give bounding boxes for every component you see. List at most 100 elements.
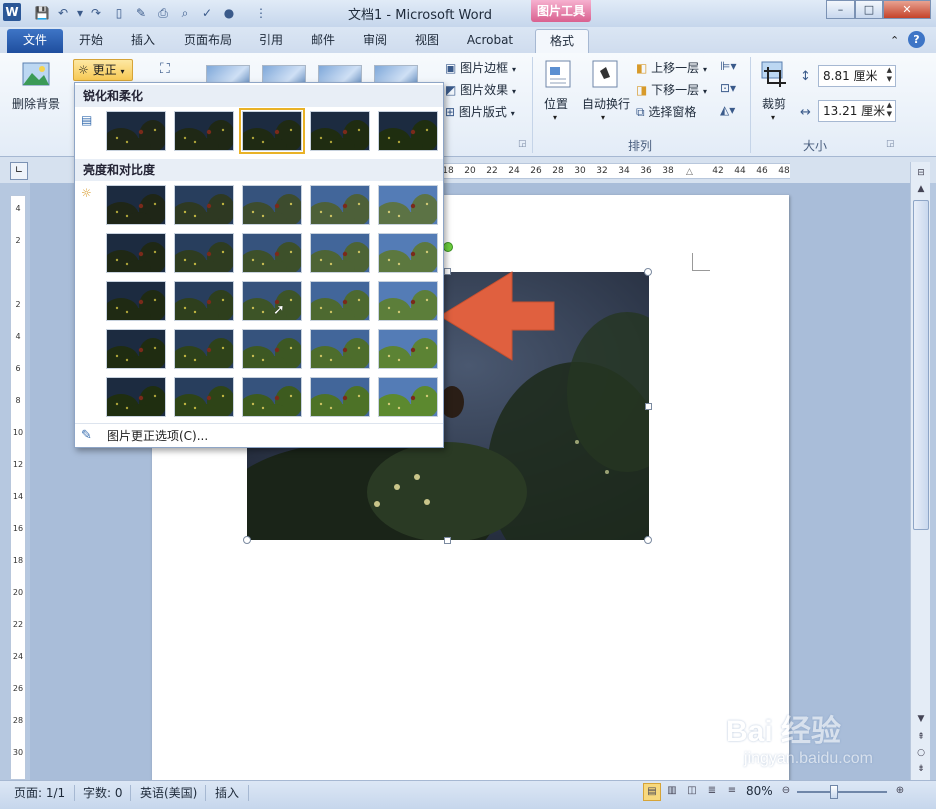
remove-background-icon[interactable] [20,59,52,91]
tab-acrobat[interactable]: Acrobat [458,29,522,53]
brightness-contrast-preset-thumb[interactable] [239,377,303,422]
wrap-text-dropdown-icon[interactable]: ▾ [601,113,605,122]
wrap-text-icon[interactable] [591,59,619,89]
print-icon[interactable]: ⎙ [155,5,171,21]
tab-home[interactable]: 开始 [70,29,112,53]
zoom-out-icon[interactable]: ⊖ [777,783,795,801]
brightness-contrast-preset-thumb[interactable] [375,185,439,230]
save-icon[interactable]: 💾 [34,5,50,21]
height-field[interactable]: 8.81 厘米 ▲ ▼ [818,65,896,87]
rotate-icon[interactable]: ◭▾ [720,103,735,117]
undo-icon[interactable]: ↶ [55,5,71,21]
horizontal-ruler[interactable]: 18 20 22 24 26 28 30 32 34 36 38 △ 42 44… [440,163,790,179]
sharpen-preset-thumb[interactable] [239,108,305,156]
resize-handle[interactable] [243,536,251,544]
zoom-slider-thumb[interactable] [830,785,838,799]
tab-selector-icon[interactable]: ∟ [10,162,28,180]
tab-references[interactable]: 引用 [250,29,292,53]
sharpen-preset-thumb[interactable] [103,111,167,156]
scroll-down-icon[interactable]: ▼ [913,712,929,726]
minimize-button[interactable]: – [826,0,855,19]
next-page-icon[interactable]: ⇟ [913,762,929,776]
tab-mailings[interactable]: 邮件 [302,29,344,53]
width-field[interactable]: 13.21 厘米 ▲ ▼ [818,100,896,122]
brightness-contrast-preset-thumb[interactable] [103,377,167,422]
undo-dropdown-icon[interactable]: ▾ [72,5,88,21]
group-icon[interactable]: ⊡▾ [720,81,736,95]
print-preview-icon[interactable]: ⌕ [177,5,193,21]
picture-layout-button[interactable]: ⊞ 图片版式 ▾ [445,103,515,120]
tab-format[interactable]: 格式 [535,29,589,53]
word-app-icon[interactable]: W [3,3,21,21]
brightness-contrast-preset-thumb[interactable] [103,233,167,278]
full-screen-reading-icon[interactable]: ▥ [663,783,681,801]
resize-handle[interactable] [645,403,652,410]
rotate-handle[interactable] [443,242,453,252]
crop-button[interactable]: 裁剪 [762,95,786,112]
brightness-contrast-preset-thumb[interactable] [103,329,167,374]
new-document-icon[interactable]: ▯ [111,5,127,21]
send-backward-button[interactable]: ◨ 下移一层 ▾ [636,81,707,98]
close-button[interactable]: ✕ [883,0,931,19]
sharpen-preset-thumb[interactable] [171,111,235,156]
wrap-text-button[interactable]: 自动换行 [582,95,630,112]
size-dialog-launcher-icon[interactable]: ◲ [886,139,895,149]
brightness-contrast-preset-thumb[interactable] [375,377,439,422]
width-spin-arrows[interactable]: ▲ ▼ [887,101,892,119]
picture-effects-button[interactable]: ◩ 图片效果 ▾ [445,81,516,98]
picture-border-button[interactable]: ▣ 图片边框 ▾ [445,59,516,76]
ruler-toggle-icon[interactable]: ⊟ [913,166,929,180]
outline-view-icon[interactable]: ≣ [703,783,721,801]
vertical-ruler[interactable]: 4 2 2 4 6 8 10 12 14 16 18 20 22 24 26 2… [10,195,26,780]
zoom-level[interactable]: 80% [746,784,773,798]
position-dropdown-icon[interactable]: ▾ [553,113,557,122]
browse-object-icon[interactable]: ○ [913,746,929,760]
resize-handle[interactable] [444,268,451,275]
brightness-contrast-preset-thumb[interactable] [375,329,439,374]
position-button[interactable]: 位置 [544,95,568,112]
resize-handle[interactable] [444,537,451,544]
brightness-contrast-preset-thumb[interactable] [171,329,235,374]
scrollbar-thumb[interactable] [913,200,929,530]
compress-pictures-icon[interactable]: ⛶ [160,61,170,77]
brightness-contrast-preset-thumb[interactable] [103,281,167,326]
web-layout-icon[interactable]: ◫ [683,783,701,801]
word-count[interactable]: 字数: 0 [83,784,123,801]
circle-icon[interactable]: ● [221,5,237,21]
crop-dropdown-icon[interactable]: ▾ [771,113,775,122]
page-count[interactable]: 页面: 1/1 [14,784,65,801]
brightness-contrast-preset-thumb[interactable] [171,233,235,278]
vertical-scrollbar[interactable]: ⊟ ▲ ▼ ⇞ ○ ⇟ [910,162,930,780]
brightness-contrast-preset-thumb[interactable] [307,185,371,230]
help-icon[interactable]: ? [908,31,925,48]
tab-file[interactable]: 文件 [7,29,63,53]
align-icon[interactable]: ⊫▾ [720,59,736,73]
brightness-contrast-preset-thumb[interactable] [307,233,371,278]
brightness-contrast-preset-thumb[interactable] [239,281,303,326]
indent-marker-icon[interactable]: △ [686,167,693,177]
brightness-contrast-preset-thumb[interactable] [103,185,167,230]
maximize-button[interactable]: □ [855,0,883,19]
edit-icon[interactable]: ✎ [133,5,149,21]
brightness-contrast-preset-thumb[interactable] [307,329,371,374]
redo-icon[interactable]: ↷ [88,5,104,21]
insert-mode-indicator[interactable]: 插入 [215,784,239,801]
crop-icon[interactable] [760,59,790,89]
orange-arrow-shape[interactable] [438,270,558,362]
minimize-ribbon-icon[interactable]: ⌃ [890,34,899,47]
tab-page-layout[interactable]: 页面布局 [176,29,240,53]
brightness-contrast-preset-thumb[interactable] [307,281,371,326]
sharpen-preset-thumb[interactable] [307,111,371,156]
brightness-contrast-preset-thumb[interactable] [171,377,235,422]
resize-handle[interactable] [644,268,652,276]
height-spin-arrows[interactable]: ▲ ▼ [887,66,892,84]
brightness-contrast-preset-thumb[interactable] [239,185,303,230]
bring-forward-button[interactable]: ◧ 上移一层 ▾ [636,59,707,76]
zoom-slider-track[interactable] [797,791,887,793]
previous-page-icon[interactable]: ⇞ [913,730,929,744]
brightness-contrast-preset-thumb[interactable] [375,233,439,278]
tab-insert[interactable]: 插入 [122,29,164,53]
brightness-contrast-preset-thumb[interactable] [239,329,303,374]
selection-pane-button[interactable]: ⧉ 选择窗格 [636,103,696,120]
tab-view[interactable]: 视图 [406,29,448,53]
